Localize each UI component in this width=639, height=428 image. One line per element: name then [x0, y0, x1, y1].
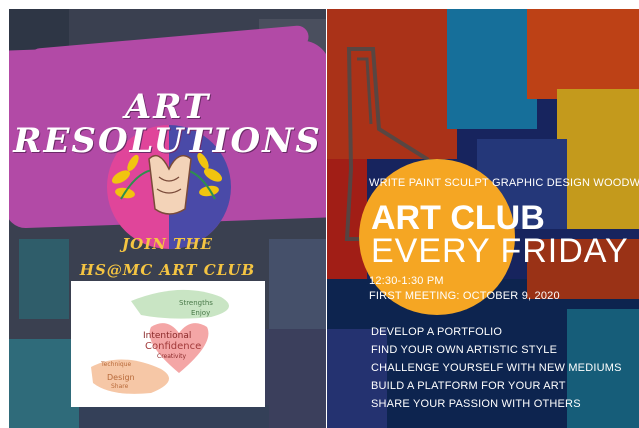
art-resolutions-poster: ART RESOLUTIONS JOIN THE HS@MC ART CLUB …	[9, 9, 326, 428]
poster-title-line2: RESOLUTIONS	[13, 121, 322, 161]
word-cloud-word: Creativity	[157, 353, 187, 360]
headline-line2: EVERY FRIDAY	[371, 232, 629, 270]
join-line2: HS@MC ART CLUB	[79, 261, 256, 279]
word-cloud-word: Technique	[101, 361, 132, 368]
word-cloud-word: Share	[111, 383, 129, 390]
word-cloud-word: Intentional	[143, 331, 192, 341]
join-line1: JOIN THE	[122, 235, 213, 253]
meeting-time: 12:30-1:30 PM	[369, 275, 444, 287]
goal-item: BUILD A PLATFORM FOR YOUR ART	[371, 380, 566, 392]
word-cloud-word: Confidence	[145, 341, 202, 352]
goal-item: FIND YOUR OWN ARTISTIC STYLE	[371, 344, 558, 356]
word-cloud-word: Strengths	[179, 299, 213, 307]
word-cloud-image: Intentional Confidence Strengths Enjoy D…	[71, 281, 265, 407]
first-meeting: FIRST MEETING: OCTOBER 9, 2020	[369, 290, 560, 302]
goal-item: DEVELOP A PORTFOLIO	[371, 326, 503, 338]
word-cloud-word: Design	[107, 373, 135, 382]
goal-item: SHARE YOUR PASSION WITH OTHERS	[371, 398, 581, 410]
word-cloud-word: Enjoy	[191, 309, 211, 317]
art-club-poster: WRITE PAINT SCULPT GRAPHIC DESIGN WOODWO…	[327, 9, 639, 428]
mediums-line: WRITE PAINT SCULPT GRAPHIC DESIGN WOODWO…	[369, 177, 639, 189]
goal-item: CHALLENGE YOURSELF WITH NEW MEDIUMS	[371, 362, 622, 374]
